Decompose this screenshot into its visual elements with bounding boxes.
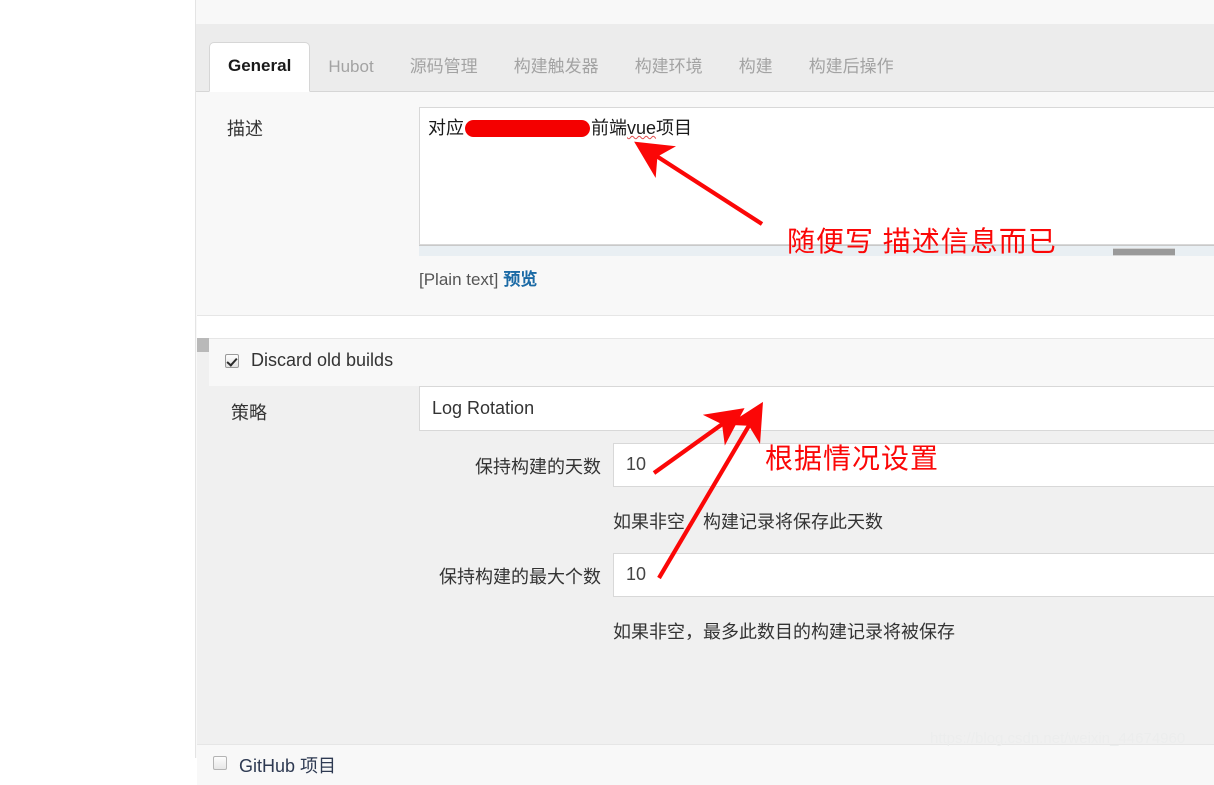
tab-build[interactable]: 构建 bbox=[721, 57, 791, 91]
description-label: 描述 bbox=[227, 119, 263, 139]
block-rail-marker bbox=[197, 338, 209, 352]
left-gutter bbox=[0, 0, 195, 758]
max-builds-row: 保持构建的最大个数 10 bbox=[209, 548, 1214, 603]
tab-build-environment[interactable]: 构建环境 bbox=[617, 57, 721, 91]
github-project-row[interactable]: GitHub 项目 bbox=[197, 744, 1214, 785]
strategy-label: 策略 bbox=[231, 403, 267, 423]
max-builds-label: 保持构建的最大个数 bbox=[439, 567, 601, 587]
tab-post-build-actions[interactable]: 构建后操作 bbox=[791, 57, 912, 91]
section-gap bbox=[197, 315, 1214, 338]
days-to-keep-row: 保持构建的天数 10 bbox=[209, 438, 1214, 493]
top-strip bbox=[195, 0, 1214, 12]
description-text-tail: 项目 bbox=[656, 118, 693, 138]
discard-old-builds-label: Discard old builds bbox=[251, 350, 394, 370]
tab-hubot[interactable]: Hubot bbox=[310, 57, 391, 91]
tab-general[interactable]: General bbox=[209, 42, 311, 92]
max-builds-label-wrap: 保持构建的最大个数 bbox=[209, 548, 601, 603]
textarea-resize-grip[interactable] bbox=[1113, 248, 1175, 256]
tab-source-code-management[interactable]: 源码管理 bbox=[392, 57, 496, 91]
days-to-keep-help: 如果非空，构建记录将保存此天数 bbox=[613, 512, 883, 532]
discard-old-builds-block: Discard old builds 策略 Log Rotation 保持构建的… bbox=[197, 338, 1214, 744]
config-tab-bar: General Hubot 源码管理 构建触发器 构建环境 构建 构建后操作 bbox=[196, 24, 1214, 92]
days-to-keep-help-row: 如果非空，构建记录将保存此天数 bbox=[209, 493, 1214, 548]
strategy-select[interactable]: Log Rotation bbox=[419, 386, 1214, 431]
max-builds-help-row: 如果非空，最多此数目的构建记录将被保存 bbox=[209, 603, 1214, 658]
strategy-row: 策略 Log Rotation bbox=[209, 386, 1214, 438]
description-text-suffix: 前端 bbox=[591, 118, 627, 138]
redaction-bar bbox=[465, 120, 590, 137]
description-footer: [Plain text] 预览 bbox=[419, 265, 537, 290]
description-text-misspelled: vue bbox=[627, 118, 657, 138]
preview-link[interactable]: 预览 bbox=[503, 270, 537, 289]
tab-build-triggers[interactable]: 构建触发器 bbox=[496, 57, 617, 91]
log-rotation-options: 保持构建的天数 10 如果非空，构建记录将保存此天数 保持构建的最大个数 10 bbox=[209, 438, 1214, 744]
discard-old-builds-row[interactable]: Discard old builds bbox=[209, 339, 1214, 386]
annotation-text-description: 随便写 描述信息而已 bbox=[787, 226, 1057, 257]
config-form-area: General Hubot 源码管理 构建触发器 构建环境 构建 构建后操作 描… bbox=[195, 12, 1214, 785]
description-text-prefix: 对应 bbox=[428, 118, 464, 138]
max-builds-help: 如果非空，最多此数目的构建记录将被保存 bbox=[613, 622, 955, 642]
annotation-text-settings: 根据情况设置 bbox=[765, 443, 940, 474]
config-form-body: 描述 对应 前端vue项目 [Plain text] 预览 Discard old … bbox=[197, 93, 1214, 785]
discard-old-builds-checkbox[interactable] bbox=[225, 354, 239, 368]
markup-type-label: [Plain text] bbox=[419, 270, 499, 289]
watermark: https://blog.csdn.net/weixin_44674960 bbox=[930, 730, 1186, 747]
days-to-keep-label-wrap: 保持构建的天数 bbox=[209, 438, 601, 493]
max-builds-input[interactable]: 10 bbox=[613, 553, 1214, 597]
github-project-checkbox[interactable] bbox=[213, 756, 227, 770]
github-project-label: GitHub 项目 bbox=[239, 756, 337, 776]
jenkins-job-config-page: General Hubot 源码管理 构建触发器 构建环境 构建 构建后操作 描… bbox=[0, 0, 1214, 785]
days-to-keep-label: 保持构建的天数 bbox=[475, 457, 601, 477]
description-row: 描述 对应 前端vue项目 [Plain text] 预览 bbox=[197, 93, 1214, 315]
